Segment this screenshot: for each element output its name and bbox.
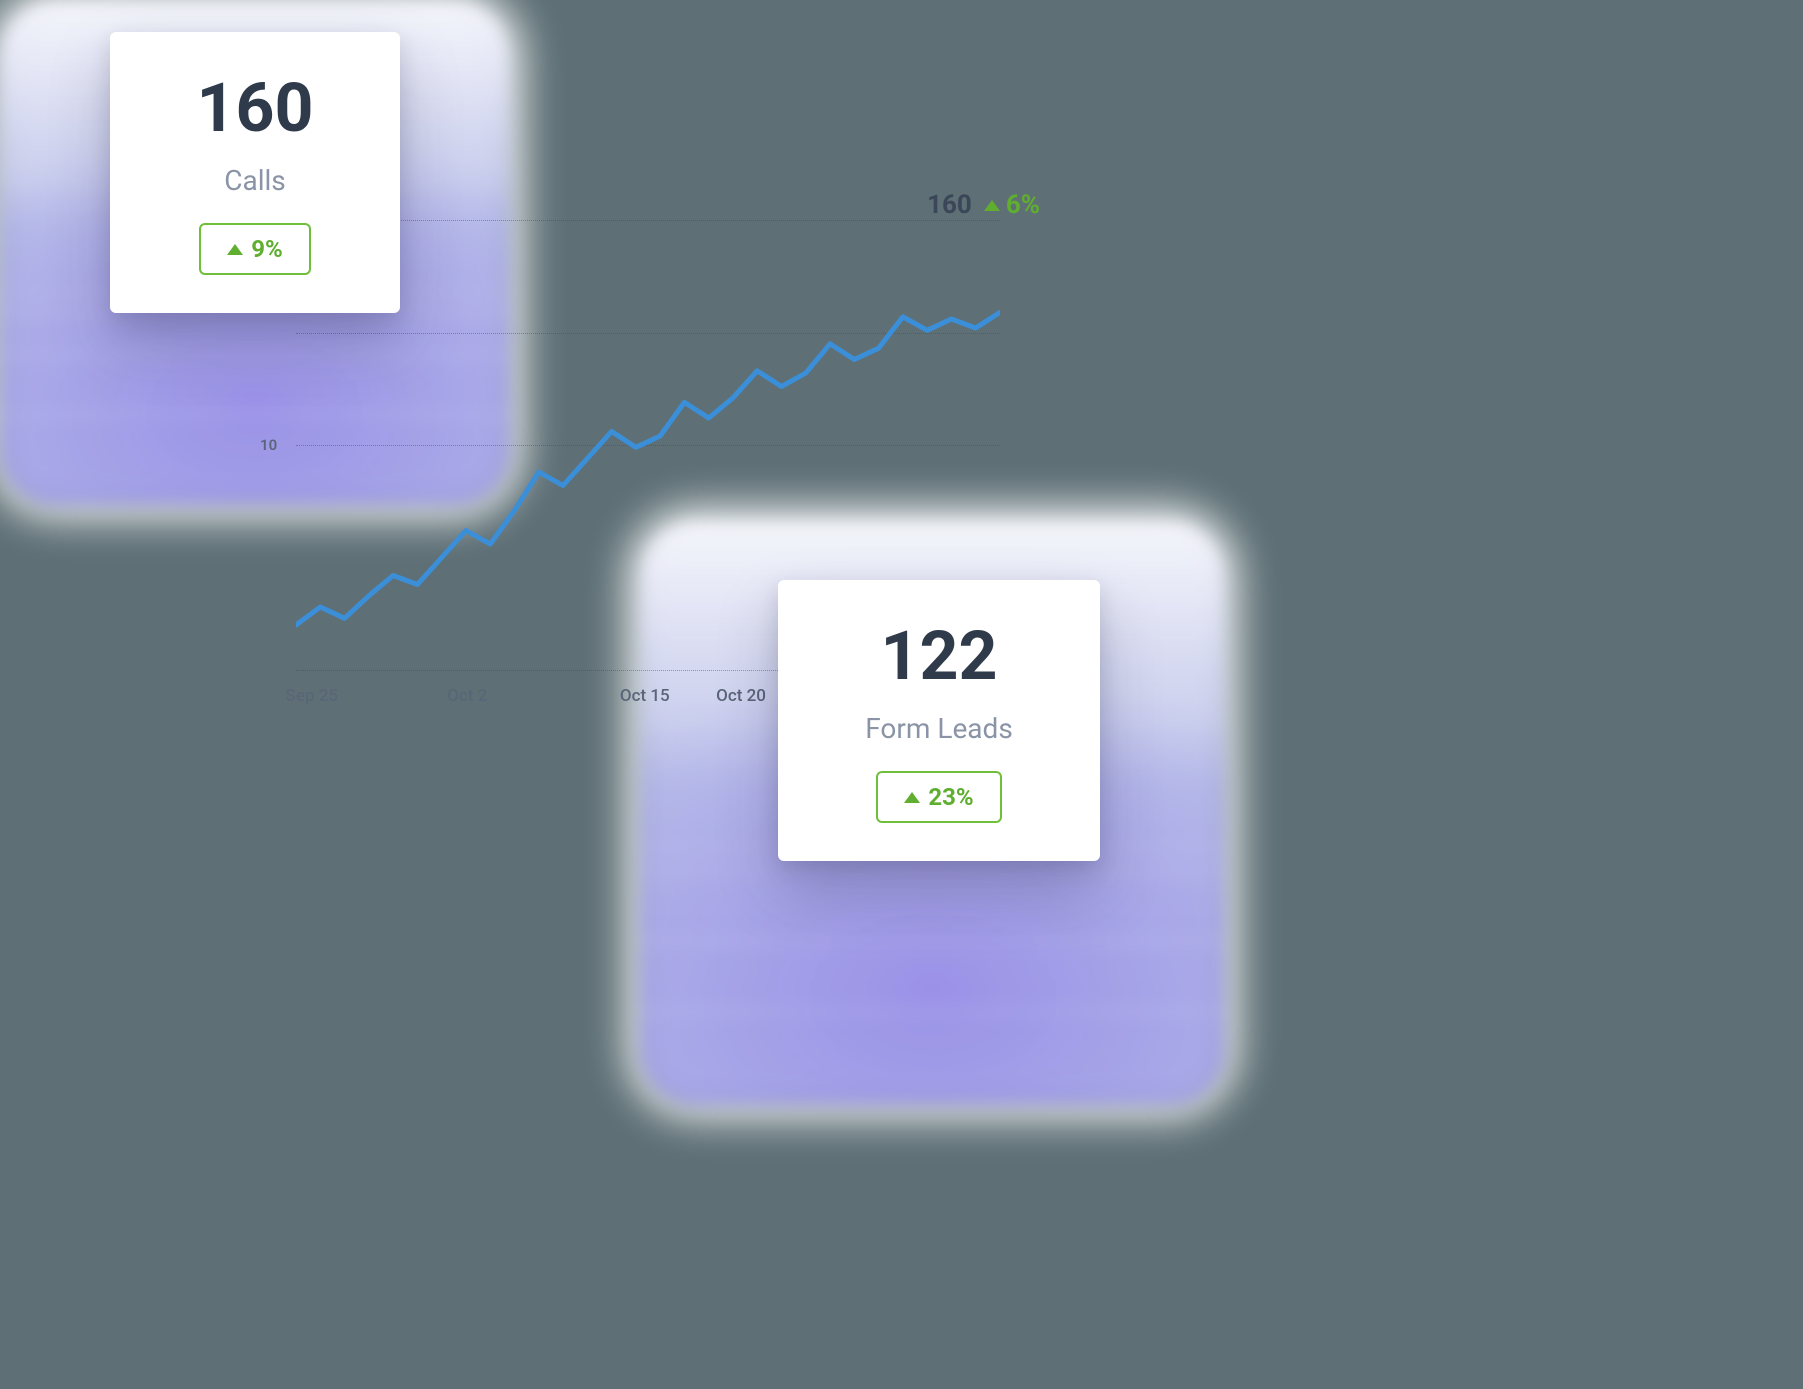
x-axis-tick: Oct 20 xyxy=(716,686,766,706)
x-axis-tick: Oct 2 xyxy=(447,686,487,706)
stat-card-calls: 160 Calls 9% xyxy=(110,32,400,313)
up-arrow-icon xyxy=(984,200,1000,211)
stat-card-form-leads: 122 Form Leads 23% xyxy=(778,580,1100,861)
up-arrow-icon xyxy=(227,244,243,255)
x-axis-tick: Oct 15 xyxy=(620,686,670,706)
dashboard-canvas: 10 Sep 25 Oct 2 Oct 15 Oct 20 160 6% 160… xyxy=(0,0,1236,1260)
form-leads-value: 122 xyxy=(808,622,1070,690)
calls-delta-badge: 9% xyxy=(199,223,311,275)
form-leads-delta-text: 23% xyxy=(928,783,973,811)
annotation-value: 160 xyxy=(927,190,972,220)
calls-delta-text: 9% xyxy=(251,235,283,263)
calls-value: 160 xyxy=(140,74,370,142)
annotation-delta-text: 6% xyxy=(1006,190,1040,220)
x-axis-tick: Sep 25 xyxy=(286,686,339,706)
form-leads-label: Form Leads xyxy=(808,712,1070,745)
calls-label: Calls xyxy=(140,164,370,197)
y-axis-tick: 10 xyxy=(260,436,277,454)
annotation-delta: 6% xyxy=(984,190,1040,220)
chart-end-annotation: 160 6% xyxy=(927,190,1040,220)
up-arrow-icon xyxy=(904,792,920,803)
form-leads-delta-badge: 23% xyxy=(876,771,1001,823)
